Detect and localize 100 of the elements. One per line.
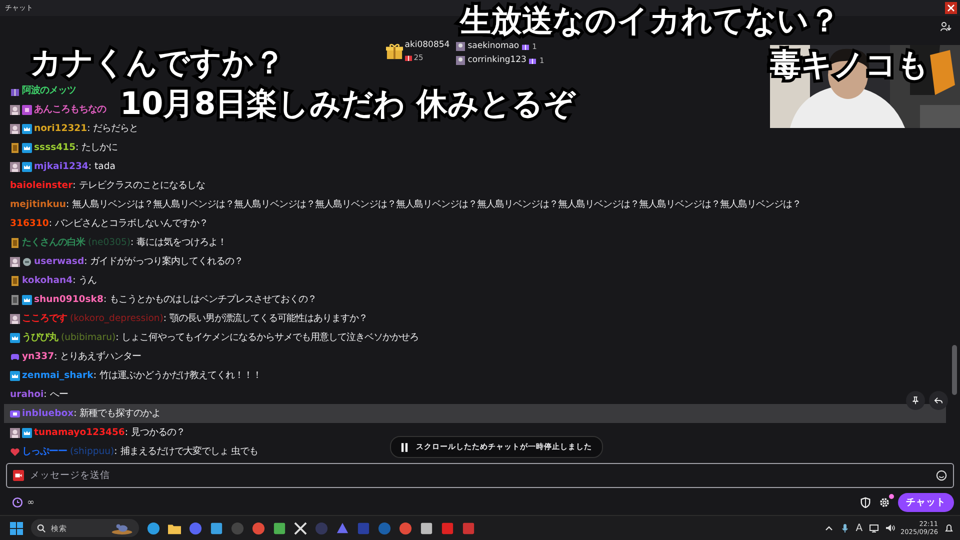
avatar-icon bbox=[10, 124, 20, 134]
message-text: : tada bbox=[88, 161, 116, 172]
chat-send-button[interactable]: チャット bbox=[898, 493, 954, 512]
search-icon bbox=[37, 524, 46, 532]
timer-value: ∞ bbox=[27, 498, 34, 508]
message-text: : だらだらと bbox=[87, 122, 138, 135]
pause-icon bbox=[401, 442, 408, 452]
people-icon[interactable] bbox=[940, 21, 952, 33]
user-name[interactable]: corrinking123 bbox=[468, 55, 526, 65]
user-name[interactable]: ssss415 bbox=[34, 142, 76, 153]
windows-start-icon[interactable] bbox=[10, 522, 23, 534]
user-name[interactable]: saekinomao bbox=[468, 41, 520, 51]
caption-text: 10月8日楽しみだわ 休みとるぞ bbox=[120, 87, 576, 122]
message-input-field[interactable]: メッセージを送信 bbox=[30, 470, 930, 481]
speaker-icon[interactable] bbox=[884, 523, 895, 533]
avatar-icon bbox=[10, 428, 20, 438]
user-name[interactable]: nori12321 bbox=[34, 123, 88, 134]
message-text: : 毒には気をつけろよ！ bbox=[130, 236, 227, 249]
video-icon bbox=[10, 408, 20, 418]
user-name[interactable]: mejitinkuu bbox=[10, 199, 66, 210]
avatar-icon bbox=[10, 256, 20, 266]
message-text: : たしかに bbox=[76, 141, 118, 154]
message-text: : 見つかるの？ bbox=[124, 426, 185, 439]
message-text: : バンビさんとコラボしないんですか？ bbox=[48, 217, 208, 230]
close-icon[interactable] bbox=[945, 2, 957, 14]
crown-icon bbox=[22, 142, 32, 152]
bird-drawing bbox=[111, 522, 133, 534]
user-name[interactable]: kokohan4 bbox=[22, 275, 73, 286]
pin-icon bbox=[911, 396, 920, 405]
microphone-icon[interactable] bbox=[840, 523, 850, 533]
caption-text: カナくんですか？ bbox=[30, 46, 285, 80]
message-text: : 新種でも探すのかよ bbox=[74, 407, 161, 420]
gift-icon bbox=[522, 42, 530, 50]
crown-icon bbox=[22, 428, 32, 438]
message-text: : もこうとかものはしはベンチプレスさせておくの？ bbox=[103, 293, 317, 306]
message-text: : 顎の長い男が漂流してくる可能性はありますか？ bbox=[163, 312, 368, 325]
crown-icon bbox=[10, 332, 20, 342]
user-id: (kokoro_depression) bbox=[70, 313, 164, 324]
gift-icon bbox=[404, 54, 412, 61]
badge-icon bbox=[22, 104, 32, 114]
card-icon bbox=[10, 238, 20, 248]
user-name[interactable]: うびび丸 bbox=[22, 331, 58, 344]
reply-button[interactable] bbox=[929, 391, 948, 410]
input-language-indicator[interactable]: A bbox=[856, 522, 863, 534]
message-text: : テレビクラスのことになるしな bbox=[72, 179, 205, 192]
user-name[interactable]: こころです bbox=[22, 312, 67, 325]
user-name[interactable]: shun0910sk8 bbox=[34, 294, 104, 305]
gift-icon bbox=[529, 56, 536, 64]
badge-icon bbox=[22, 256, 32, 266]
message-text: : ガイドががっつり案内してくれるの？ bbox=[84, 255, 244, 268]
crown-icon bbox=[22, 124, 32, 134]
avatar-icon bbox=[10, 314, 20, 324]
user-name[interactable]: あんころもちなの bbox=[34, 103, 106, 116]
crown-icon bbox=[22, 162, 32, 172]
message-text: : とりあえずハンター bbox=[54, 350, 142, 363]
user-name[interactable]: 阿波のメッツ bbox=[22, 84, 76, 97]
timer-icon bbox=[12, 497, 23, 508]
user-name[interactable]: aki080854 bbox=[404, 40, 450, 50]
avatar-icon bbox=[10, 104, 20, 114]
user-name[interactable]: userwasd bbox=[34, 256, 84, 267]
message-bar[interactable]: メッセージを送信 bbox=[6, 463, 954, 488]
user-name[interactable]: baioleinster bbox=[10, 180, 73, 191]
app-icon[interactable] bbox=[462, 522, 475, 534]
user-id: (ubibimaru) bbox=[61, 332, 116, 343]
user-name[interactable]: たくさんの白米 bbox=[22, 236, 85, 249]
pin-button[interactable] bbox=[906, 391, 925, 410]
crown-icon bbox=[22, 294, 32, 304]
avatar-icon bbox=[456, 42, 465, 50]
message-text: : 無人島リベンジは？無人島リベンジは？無人島リベンジは？無人島リベンジは？無人島リベンジは？無人島リベンジは？無人島リベンジは？無人島リベンジは？無人島リベンジは？ bbox=[66, 198, 802, 211]
user-name[interactable]: urahoi bbox=[10, 389, 44, 400]
crown-icon bbox=[10, 370, 20, 380]
shield-icon[interactable] bbox=[860, 497, 871, 508]
user-id: (shippuu) bbox=[70, 446, 114, 457]
avatar-icon bbox=[10, 162, 20, 172]
triangle-icon[interactable] bbox=[336, 522, 349, 534]
message-text: : 竹は運ぶかどうかだけ教えてくれ！！！ bbox=[93, 369, 262, 382]
notification-icon[interactable] bbox=[944, 523, 954, 533]
message-text: : しょこ何やってもイケメンになるからサメでも用意して泣きベソかかせろ bbox=[116, 331, 419, 344]
user-name[interactable]: yn337 bbox=[22, 351, 54, 362]
emoji-icon[interactable] bbox=[936, 470, 947, 481]
heart-icon bbox=[10, 446, 20, 456]
card-icon bbox=[10, 142, 20, 152]
scrollbar-thumb[interactable] bbox=[952, 345, 957, 395]
caption-text: 生放送なのイカれてない？ bbox=[460, 4, 840, 38]
user-id: (ne0305) bbox=[88, 237, 131, 248]
gift-icon bbox=[386, 43, 403, 60]
user-name[interactable]: tunamayo123456 bbox=[34, 427, 125, 438]
avatar-icon bbox=[456, 56, 465, 64]
user-name[interactable]: しっぷーー bbox=[22, 445, 67, 458]
reply-icon bbox=[934, 396, 943, 405]
video-icon[interactable] bbox=[13, 470, 24, 481]
user-name[interactable]: zenmai_shark bbox=[22, 370, 94, 381]
user-name[interactable]: 316310 bbox=[10, 218, 49, 229]
settings-icon[interactable] bbox=[879, 497, 890, 508]
x-icon[interactable] bbox=[294, 522, 307, 534]
message-text: : 捕まえるだけで大変でしょ 虫でも bbox=[114, 445, 258, 458]
message-text: : へー bbox=[44, 388, 68, 401]
message-text: : うん bbox=[72, 274, 97, 287]
user-name[interactable]: mjkai1234 bbox=[34, 161, 88, 172]
gamepad-icon bbox=[10, 352, 20, 362]
